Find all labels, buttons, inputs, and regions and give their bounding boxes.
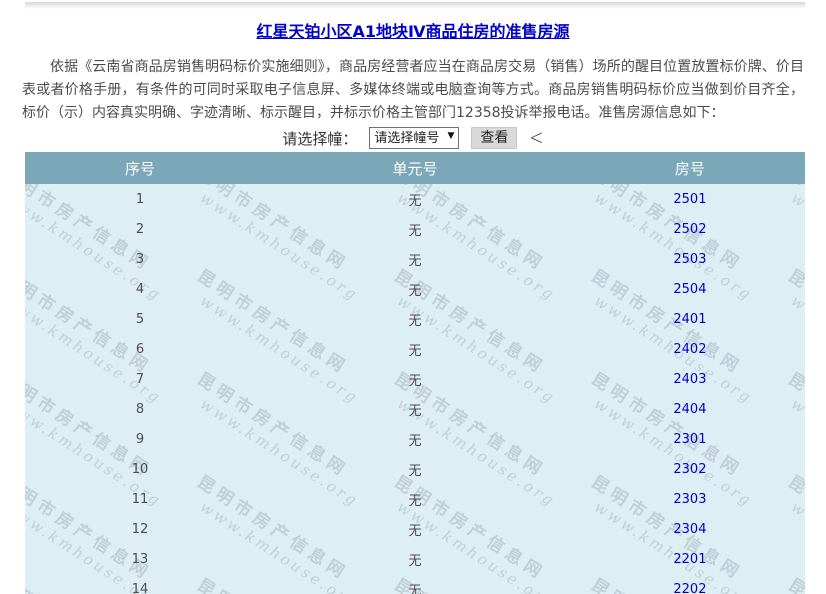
row-index-cell: 9 bbox=[25, 432, 255, 447]
building-select-wrap: 请选择幢号 ▼ bbox=[369, 127, 459, 150]
row-index-cell: 5 bbox=[25, 312, 255, 327]
unit-cell: 无 bbox=[255, 490, 575, 509]
row-index-cell: 10 bbox=[25, 462, 255, 477]
table-row: 13 无 2201 bbox=[25, 544, 805, 574]
table-row: 3 无 2503 bbox=[25, 244, 805, 274]
row-index-cell: 4 bbox=[25, 282, 255, 297]
table-body: 1 无 2501 2 无 2502 3 无 2503 4 无 2504 5 无 … bbox=[25, 184, 805, 594]
notice-text: 依据《云南省商品房销售明码标价实施细则》，商品房经营者应当在商品房交易（销售）场… bbox=[22, 56, 804, 125]
unit-cell: 无 bbox=[255, 370, 575, 389]
page-title[interactable]: 红星天铂小区A1地块Ⅳ商品住房的准售房源 bbox=[0, 18, 826, 42]
room-link[interactable]: 2301 bbox=[673, 432, 706, 447]
row-index-cell: 7 bbox=[25, 372, 255, 387]
unit-cell: 无 bbox=[255, 220, 575, 239]
unit-cell: 无 bbox=[255, 250, 575, 269]
room-link[interactable]: 2304 bbox=[673, 522, 706, 537]
view-button[interactable]: 查看 bbox=[471, 127, 517, 149]
room-link[interactable]: 2403 bbox=[673, 372, 706, 387]
room-link[interactable]: 2504 bbox=[673, 282, 706, 297]
row-index-cell: 8 bbox=[25, 402, 255, 417]
table-row: 12 无 2304 bbox=[25, 514, 805, 544]
room-link[interactable]: 2404 bbox=[673, 402, 706, 417]
column-header-room: 房号 bbox=[575, 158, 805, 179]
table-row: 10 无 2302 bbox=[25, 454, 805, 484]
row-index-cell: 14 bbox=[25, 582, 255, 594]
table-row: 8 无 2404 bbox=[25, 394, 805, 424]
room-link[interactable]: 2201 bbox=[673, 552, 706, 567]
row-index-cell: 2 bbox=[25, 222, 255, 237]
table-row: 14 无 2202 bbox=[25, 574, 805, 594]
room-link[interactable]: 2501 bbox=[673, 192, 706, 207]
controls-row: 请选择幢： 请选择幢号 ▼ 查看 < bbox=[0, 126, 826, 150]
page: 红星天铂小区A1地块Ⅳ商品住房的准售房源 依据《云南省商品房销售明码标价实施细则… bbox=[0, 0, 826, 594]
unit-cell: 无 bbox=[255, 280, 575, 299]
unit-cell: 无 bbox=[255, 550, 575, 569]
room-link[interactable]: 2401 bbox=[673, 312, 706, 327]
unit-cell: 无 bbox=[255, 580, 575, 594]
row-index-cell: 6 bbox=[25, 342, 255, 357]
row-index-cell: 1 bbox=[25, 192, 255, 207]
table-row: 9 无 2301 bbox=[25, 424, 805, 454]
row-index-cell: 13 bbox=[25, 552, 255, 567]
unit-cell: 无 bbox=[255, 430, 575, 449]
unit-cell: 无 bbox=[255, 190, 575, 209]
table-row: 6 无 2402 bbox=[25, 334, 805, 364]
table-row: 4 无 2504 bbox=[25, 274, 805, 304]
back-arrow[interactable]: < bbox=[529, 126, 543, 151]
table-row: 7 无 2403 bbox=[25, 364, 805, 394]
table-row: 1 无 2501 bbox=[25, 184, 805, 214]
room-link[interactable]: 2303 bbox=[673, 492, 706, 507]
room-link[interactable]: 2202 bbox=[673, 582, 706, 594]
building-select[interactable]: 请选择幢号 bbox=[369, 127, 459, 149]
room-link[interactable]: 2502 bbox=[673, 222, 706, 237]
table-row: 5 无 2401 bbox=[25, 304, 805, 334]
select-building-label: 请选择幢： bbox=[282, 128, 357, 149]
unit-cell: 无 bbox=[255, 520, 575, 539]
table-row: 2 无 2502 bbox=[25, 214, 805, 244]
table-header-row: 序号 单元号 房号 bbox=[25, 152, 805, 184]
room-link[interactable]: 2302 bbox=[673, 462, 706, 477]
unit-cell: 无 bbox=[255, 310, 575, 329]
room-link[interactable]: 2503 bbox=[673, 252, 706, 267]
table-row: 11 无 2303 bbox=[25, 484, 805, 514]
unit-cell: 无 bbox=[255, 340, 575, 359]
room-link[interactable]: 2402 bbox=[673, 342, 706, 357]
row-index-cell: 3 bbox=[25, 252, 255, 267]
unit-cell: 无 bbox=[255, 400, 575, 419]
unit-cell: 无 bbox=[255, 460, 575, 479]
column-header-unit: 单元号 bbox=[255, 158, 575, 179]
column-header-index: 序号 bbox=[25, 158, 255, 179]
top-divider bbox=[25, 2, 805, 9]
row-index-cell: 12 bbox=[25, 522, 255, 537]
row-index-cell: 11 bbox=[25, 492, 255, 507]
